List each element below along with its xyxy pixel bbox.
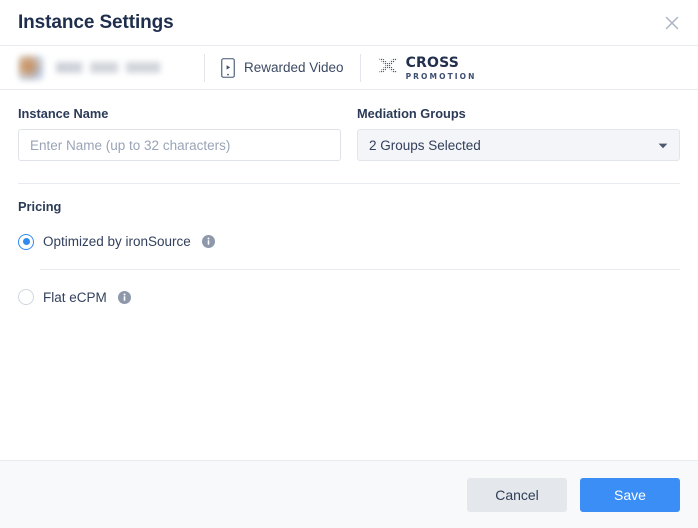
network-title: CROSS xyxy=(405,54,460,71)
pricing-option-flat-ecpm-label: Flat eCPM xyxy=(43,289,107,305)
close-icon[interactable] xyxy=(658,9,686,37)
instance-name-label: Instance Name xyxy=(18,106,109,121)
app-name-redacted xyxy=(56,62,188,73)
app-identity xyxy=(18,52,204,84)
mediation-groups-label: Mediation Groups xyxy=(357,106,466,121)
app-context-bar: Rewarded Video CROSS PROMOTION xyxy=(0,45,698,90)
info-icon[interactable] xyxy=(200,235,215,248)
mediation-groups-field-group: Mediation Groups 2 Groups Selected xyxy=(357,106,680,161)
info-icon[interactable] xyxy=(116,290,131,304)
page-title: Instance Settings xyxy=(18,11,174,33)
dialog-body: Instance Name Mediation Groups 2 Groups … xyxy=(0,90,698,460)
ad-unit-indicator: Rewarded Video xyxy=(205,57,360,78)
save-button[interactable]: Save xyxy=(580,477,680,512)
pricing-section-title: Pricing xyxy=(18,199,62,214)
section-divider xyxy=(18,183,680,184)
dialog-header: Instance Settings xyxy=(0,0,698,45)
pricing-option-optimized[interactable]: Optimized by ironSource xyxy=(18,214,680,269)
phone-rewarded-video-icon xyxy=(221,57,235,78)
instance-name-input[interactable] xyxy=(18,129,341,161)
network-logo: CROSS PROMOTION xyxy=(361,55,477,81)
network-name-block: CROSS PROMOTION xyxy=(406,55,477,81)
instance-name-field-group: Instance Name xyxy=(18,106,341,161)
radio-dot xyxy=(22,238,30,245)
cancel-button[interactable]: Cancel xyxy=(467,477,567,512)
mediation-groups-value: 2 Groups Selected xyxy=(369,137,481,153)
radio-flat-ecpm[interactable] xyxy=(18,289,34,305)
form-row: Instance Name Mediation Groups 2 Groups … xyxy=(18,106,680,161)
network-subtitle: PROMOTION xyxy=(405,71,477,81)
pricing-option-flat-ecpm[interactable]: Flat eCPM xyxy=(18,270,680,324)
dialog-footer: Cancel Save xyxy=(0,460,698,528)
app-icon xyxy=(18,54,44,81)
cross-promotion-x-icon xyxy=(377,57,399,79)
mediation-groups-select[interactable]: 2 Groups Selected xyxy=(357,129,680,161)
pricing-option-optimized-label: Optimized by ironSource xyxy=(43,234,191,249)
instance-settings-dialog: Instance Settings Rewarded Video CROSS P… xyxy=(0,0,698,528)
chevron-down-icon xyxy=(658,136,668,154)
radio-optimized[interactable] xyxy=(18,233,34,250)
ad-unit-label: Rewarded Video xyxy=(244,60,344,75)
